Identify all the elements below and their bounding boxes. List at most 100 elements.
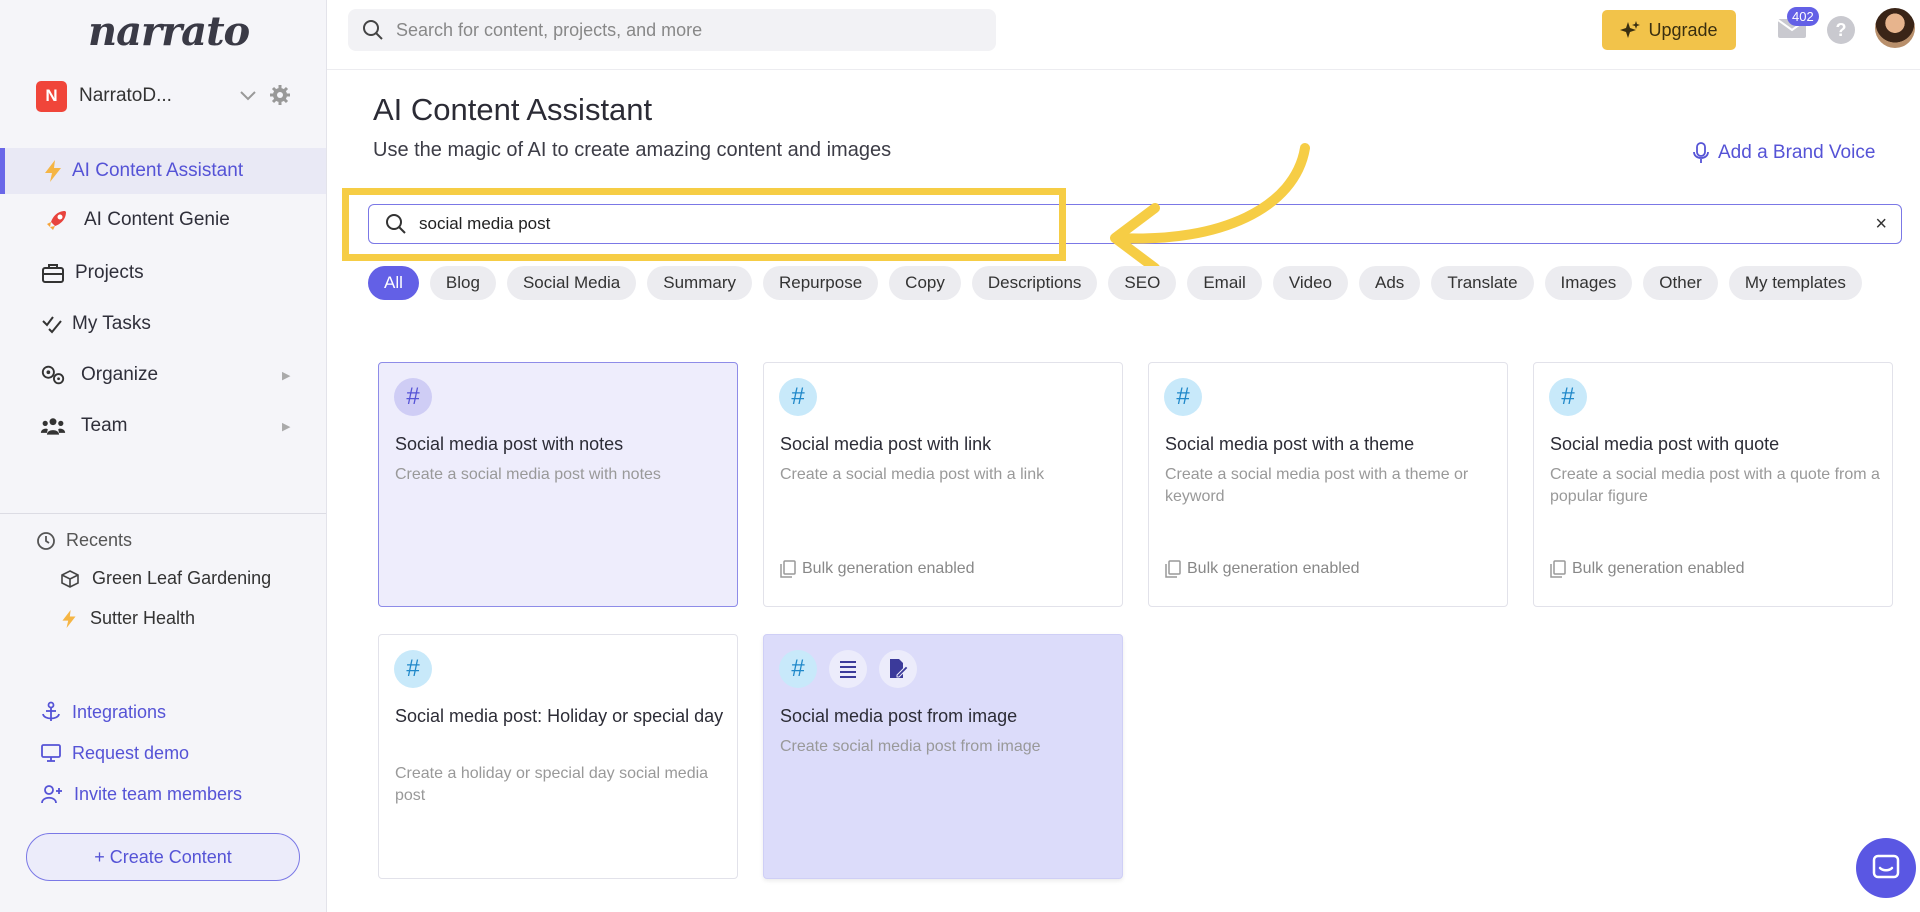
hashtag-icon: # (394, 650, 432, 688)
upgrade-label: Upgrade (1648, 19, 1718, 40)
create-content-button[interactable]: + Create Content (26, 833, 300, 881)
recent-item[interactable]: Green Leaf Gardening (60, 568, 271, 589)
card-title: Social media post with quote (1550, 434, 1780, 454)
sidebar-divider (0, 513, 326, 514)
hashtag-icon: # (779, 378, 817, 416)
sidebar-item-ai-content-genie[interactable]: AI Content Genie (0, 197, 326, 243)
add-brand-voice-link[interactable]: Add a Brand Voice (1692, 142, 1875, 164)
app-logo[interactable]: narrato (88, 8, 250, 55)
global-search[interactable] (348, 9, 996, 51)
workspace-switcher[interactable]: N NarratoD... (36, 80, 296, 112)
chip-other[interactable]: Other (1643, 266, 1718, 300)
microphone-icon (1693, 142, 1709, 163)
card-description: Create a social media post with a link (780, 466, 1045, 483)
request-demo-link[interactable]: Request demo (40, 742, 189, 764)
recent-item-label: Green Leaf Gardening (92, 568, 272, 588)
avatar[interactable] (1875, 8, 1915, 48)
chat-icon (1872, 854, 1900, 879)
sidebar: narrato N NarratoD... AI Content Assista… (0, 0, 327, 912)
list-icon (829, 650, 867, 688)
recent-item-label: Sutter Health (90, 608, 196, 628)
chip-my-templates[interactable]: My templates (1728, 266, 1862, 300)
bulk-generation-label: Bulk generation enabled (1187, 560, 1360, 577)
sidebar-item-label: AI Content Genie (84, 209, 230, 230)
request-demo-label: Request demo (72, 742, 190, 763)
chip-all[interactable]: All (368, 266, 419, 300)
gears-icon (40, 363, 66, 387)
copy-icon (1550, 560, 1566, 578)
workspace-badge: N (36, 80, 67, 112)
clear-search-button[interactable]: × (1875, 213, 1887, 236)
bulk-generation-label: Bulk generation enabled (1572, 560, 1745, 577)
template-card[interactable]: # Social media post with a theme Create … (1148, 362, 1508, 607)
sidebar-item-label: My Tasks (72, 313, 151, 334)
bulk-generation-badge: Bulk generation enabled (780, 560, 975, 578)
top-bar: Upgrade 402 ? (327, 0, 1920, 70)
integrations-link[interactable]: Integrations (40, 701, 166, 723)
card-description: Create a social media post with a theme … (1165, 466, 1469, 505)
hashtag-icon: # (394, 378, 432, 416)
bulk-generation-label: Bulk generation enabled (802, 560, 975, 577)
chip-descriptions[interactable]: Descriptions (971, 266, 1098, 300)
lightning-icon (40, 159, 66, 183)
invite-team-label: Invite team members (74, 783, 243, 804)
copy-icon (1165, 560, 1181, 578)
sidebar-item-organize[interactable]: Organize ▶ (0, 352, 326, 398)
expand-arrow-icon[interactable]: ▶ (282, 420, 290, 433)
chip-ads[interactable]: Ads (1359, 266, 1421, 300)
chip-blog[interactable]: Blog (429, 266, 496, 300)
sidebar-item-projects[interactable]: Projects (0, 250, 326, 296)
search-icon (363, 20, 383, 40)
card-title: Social media post: Holiday or special da… (395, 706, 724, 726)
copy-icon (780, 560, 796, 578)
sparkle-icon (1620, 21, 1641, 38)
chip-copy[interactable]: Copy (889, 266, 961, 300)
sidebar-item-label: Projects (75, 262, 144, 283)
sidebar-item-team[interactable]: Team ▶ (0, 403, 326, 449)
chip-video[interactable]: Video (1272, 266, 1349, 300)
template-card[interactable]: # Social media post with quote Create a … (1533, 362, 1893, 607)
chip-seo[interactable]: SEO (1108, 266, 1177, 300)
invite-team-link[interactable]: Invite team members (40, 783, 242, 805)
chat-support-button[interactable] (1856, 838, 1916, 898)
tasks-check-icon (40, 312, 66, 336)
gear-icon[interactable] (268, 83, 292, 107)
team-icon (40, 414, 66, 438)
upgrade-button[interactable]: Upgrade (1602, 10, 1736, 50)
sidebar-item-my-tasks[interactable]: My Tasks (0, 301, 326, 347)
chip-summary[interactable]: Summary (647, 266, 752, 300)
hashtag-icon: # (779, 650, 817, 688)
bulk-generation-badge: Bulk generation enabled (1550, 560, 1745, 578)
template-card[interactable]: # Social media post with link Create a s… (763, 362, 1123, 607)
sidebar-item-label: AI Content Assistant (72, 160, 244, 181)
recents-heading: Recents (36, 530, 132, 551)
rocket-icon (44, 208, 70, 232)
template-card[interactable]: # Social media post from image Create so… (763, 634, 1123, 879)
global-search-input[interactable] (396, 19, 976, 41)
card-description: Create a holiday or special day social m… (395, 765, 709, 804)
chip-email[interactable]: Email (1187, 266, 1262, 300)
recent-item[interactable]: Sutter Health (60, 608, 195, 629)
hashtag-icon: # (1164, 378, 1202, 416)
chip-repurpose[interactable]: Repurpose (763, 266, 879, 300)
chip-translate[interactable]: Translate (1431, 266, 1534, 300)
chip-social-media[interactable]: Social Media (506, 266, 637, 300)
sidebar-item-label: Organize (81, 364, 159, 385)
search-icon (386, 214, 406, 234)
bulk-generation-badge: Bulk generation enabled (1165, 560, 1360, 578)
template-card[interactable]: # Social media post: Holiday or special … (378, 634, 738, 879)
card-title: Social media post with a theme (1165, 434, 1415, 454)
card-title: Social media post with link (780, 434, 992, 454)
briefcase-icon (40, 261, 66, 285)
workspace-name: NarratoD... (79, 85, 172, 106)
clock-icon (37, 531, 55, 550)
sidebar-item-ai-content-assistant[interactable]: AI Content Assistant (0, 148, 326, 194)
card-title: Social media post with notes (395, 434, 624, 454)
chevron-down-icon[interactable] (238, 85, 258, 105)
template-card[interactable]: # Social media post with notes Create a … (378, 362, 738, 607)
help-icon[interactable]: ? (1827, 16, 1855, 44)
chip-images[interactable]: Images (1544, 266, 1633, 300)
card-title: Social media post from image (780, 706, 1018, 726)
expand-arrow-icon[interactable]: ▶ (282, 369, 290, 382)
card-description: Create social media post from image (780, 738, 1041, 755)
